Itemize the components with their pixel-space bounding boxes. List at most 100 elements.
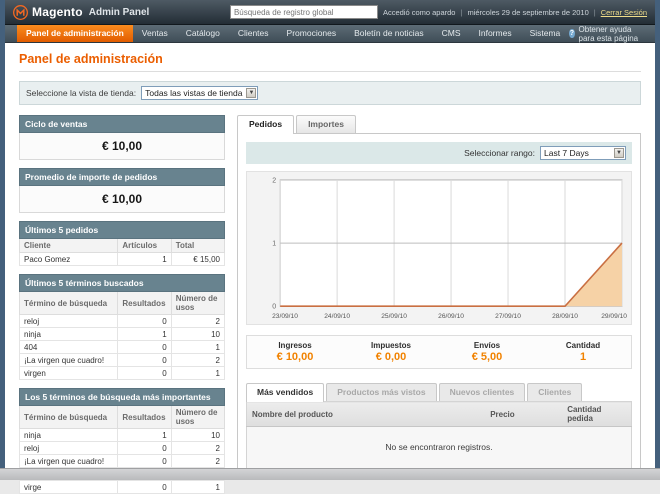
nav-item-customers[interactable]: Clientes bbox=[229, 25, 278, 42]
average-orders-title: Promedio de importe de pedidos bbox=[19, 168, 225, 186]
header: Magento Admin Panel Accedió como apardo … bbox=[5, 0, 655, 25]
magento-logo: Magento Admin Panel bbox=[13, 4, 149, 20]
table-row[interactable]: ninja 1 10 bbox=[18, 327, 226, 341]
cell-term: reloj bbox=[18, 314, 119, 328]
help-icon: ? bbox=[569, 29, 575, 38]
stat-shipping: Envíos € 5,00 bbox=[439, 341, 535, 363]
empty-message: No se encontraron registros. bbox=[246, 426, 632, 469]
last-search-terms-title: Últimos 5 términos buscados bbox=[19, 274, 225, 292]
stat-value: € 0,00 bbox=[375, 351, 407, 363]
separator: | bbox=[460, 7, 463, 17]
tab-most-viewed[interactable]: Productos más vistos bbox=[326, 383, 437, 401]
last-search-terms-table: Término de búsqueda Resultados Número de… bbox=[18, 292, 226, 380]
last-orders-box: Últimos 5 pedidos Cliente Artículos Tota… bbox=[18, 221, 226, 266]
column-header: Precio bbox=[485, 401, 563, 427]
tab-amounts[interactable]: Importes bbox=[296, 115, 356, 133]
current-date: miércoles 29 de septiembre de 2010 bbox=[467, 7, 589, 17]
stat-value: € 10,00 bbox=[276, 351, 314, 363]
stat-tax: Impuestos € 0,00 bbox=[343, 341, 439, 363]
dashboard-main: Pedidos Importes Seleccionar rango: Last… bbox=[237, 115, 641, 494]
page-help-link[interactable]: ? Obtener ayuda para esta página bbox=[569, 24, 655, 43]
separator: | bbox=[593, 7, 596, 17]
top-search-terms-title: Los 5 términos de búsqueda más important… bbox=[19, 388, 225, 406]
column-header: Resultados bbox=[117, 406, 172, 429]
store-view-bar: Seleccione la vista de tienda: Todas las… bbox=[19, 81, 641, 105]
cell-results: 1 bbox=[117, 428, 172, 442]
stat-value: 1 bbox=[579, 351, 587, 363]
lifetime-sales-title: Ciclo de ventas bbox=[19, 115, 225, 133]
table-row[interactable]: reloj 0 2 bbox=[18, 441, 226, 455]
cell-uses: 2 bbox=[170, 353, 226, 367]
orders-area-chart: 0 1 2 23/09/10 24/09/10 25/09/10 26/09/10 27/09… bbox=[272, 177, 627, 320]
average-orders-value: € 10,00 bbox=[19, 186, 225, 213]
cell-results: 0 bbox=[117, 454, 172, 468]
svg-text:29/09/10: 29/09/10 bbox=[601, 313, 627, 320]
column-header: Resultados bbox=[117, 292, 172, 315]
totals-bar: Ingresos € 10,00 Impuestos € 0,00 Envíos… bbox=[246, 335, 632, 369]
cell-results: 0 bbox=[117, 441, 172, 455]
range-value: Last 7 Days bbox=[544, 148, 589, 158]
column-header: Cantidad pedida bbox=[562, 401, 632, 427]
tab-orders[interactable]: Pedidos bbox=[237, 115, 295, 134]
brand-name: Magento bbox=[32, 5, 83, 19]
logout-link[interactable]: Cerrar Sesión bbox=[601, 8, 647, 17]
table-row[interactable]: 404 0 1 bbox=[18, 340, 226, 354]
svg-text:23/09/10: 23/09/10 bbox=[272, 313, 298, 320]
column-header: Número de usos bbox=[170, 292, 226, 315]
store-view-select[interactable]: Todas las vistas de tienda ▼ bbox=[141, 86, 259, 100]
cell-total: € 15,00 bbox=[170, 252, 226, 266]
top-search-terms-table: Término de búsqueda Resultados Número de… bbox=[18, 406, 226, 494]
cell-term: ¡La virgen que cuadro! bbox=[18, 353, 119, 367]
nav-item-newsletter[interactable]: Boletín de noticias bbox=[345, 25, 432, 42]
column-header: Total bbox=[170, 239, 226, 253]
stat-label: Cantidad bbox=[565, 341, 601, 350]
cell-uses: 2 bbox=[170, 454, 226, 468]
column-header: Artículos bbox=[117, 239, 172, 253]
main-nav: Panel de administración Ventas Catálogo … bbox=[5, 25, 655, 43]
table-row[interactable]: ¡La virgen que cuadro! 0 2 bbox=[18, 353, 226, 367]
cell-term: ninja bbox=[18, 327, 119, 341]
cell-results: 0 bbox=[117, 340, 172, 354]
cell-customer: Paco Gomez bbox=[18, 252, 119, 266]
cell-uses: 1 bbox=[170, 480, 226, 494]
header-right: Accedió como apardo | miércoles 29 de se… bbox=[229, 5, 647, 19]
cell-uses: 1 bbox=[170, 366, 226, 380]
cell-term: reloj bbox=[18, 441, 119, 455]
svg-text:28/09/10: 28/09/10 bbox=[552, 313, 578, 320]
cell-term: ninja bbox=[18, 428, 119, 442]
svg-text:26/09/10: 26/09/10 bbox=[438, 313, 464, 320]
nav-item-system[interactable]: Sistema bbox=[521, 25, 570, 42]
table-row[interactable]: ninja 1 10 bbox=[18, 428, 226, 442]
tab-bestsellers[interactable]: Más vendidos bbox=[246, 383, 325, 402]
table-row[interactable]: virge 0 1 bbox=[18, 480, 226, 494]
nav-item-sales[interactable]: Ventas bbox=[133, 25, 177, 42]
table-row[interactable]: ¡La virgen que cuadro! 0 2 bbox=[18, 454, 226, 468]
cell-term: ¡La virgen que cuadro! bbox=[18, 454, 119, 468]
table-row[interactable]: Paco Gomez 1 € 15,00 bbox=[18, 252, 226, 266]
nav-item-catalog[interactable]: Catálogo bbox=[177, 25, 229, 42]
cell-uses: 10 bbox=[170, 428, 226, 442]
nav-item-cms[interactable]: CMS bbox=[433, 25, 470, 42]
cell-uses: 1 bbox=[170, 340, 226, 354]
nav-item-dashboard[interactable]: Panel de administración bbox=[17, 25, 133, 42]
global-search-input[interactable] bbox=[229, 5, 378, 19]
chart-tabs: Pedidos Importes bbox=[237, 115, 641, 134]
nav-item-reports[interactable]: Informes bbox=[470, 25, 521, 42]
cell-uses: 10 bbox=[170, 327, 226, 341]
nav-item-promotions[interactable]: Promociones bbox=[278, 25, 346, 42]
magento-logo-icon bbox=[13, 4, 28, 20]
store-view-label: Seleccione la vista de tienda: bbox=[26, 88, 137, 98]
table-row[interactable]: reloj 0 2 bbox=[18, 314, 226, 328]
cell-items: 1 bbox=[117, 252, 172, 266]
tab-customers[interactable]: Clientes bbox=[527, 383, 583, 401]
tab-new-customers[interactable]: Nuevos clientes bbox=[438, 383, 526, 401]
chevron-down-icon: ▼ bbox=[246, 88, 257, 98]
svg-text:0: 0 bbox=[272, 304, 276, 311]
range-select[interactable]: Last 7 Days ▼ bbox=[540, 146, 626, 160]
page-content: Panel de administración Seleccione la vi… bbox=[5, 43, 655, 494]
logged-in-as: Accedió como apardo bbox=[382, 7, 456, 17]
table-row[interactable]: virgen 0 1 bbox=[18, 366, 226, 380]
help-label: Obtener ayuda para esta página bbox=[578, 24, 639, 43]
lifetime-sales-box: Ciclo de ventas € 10,00 bbox=[19, 115, 225, 160]
column-header: Término de búsqueda bbox=[18, 406, 119, 429]
